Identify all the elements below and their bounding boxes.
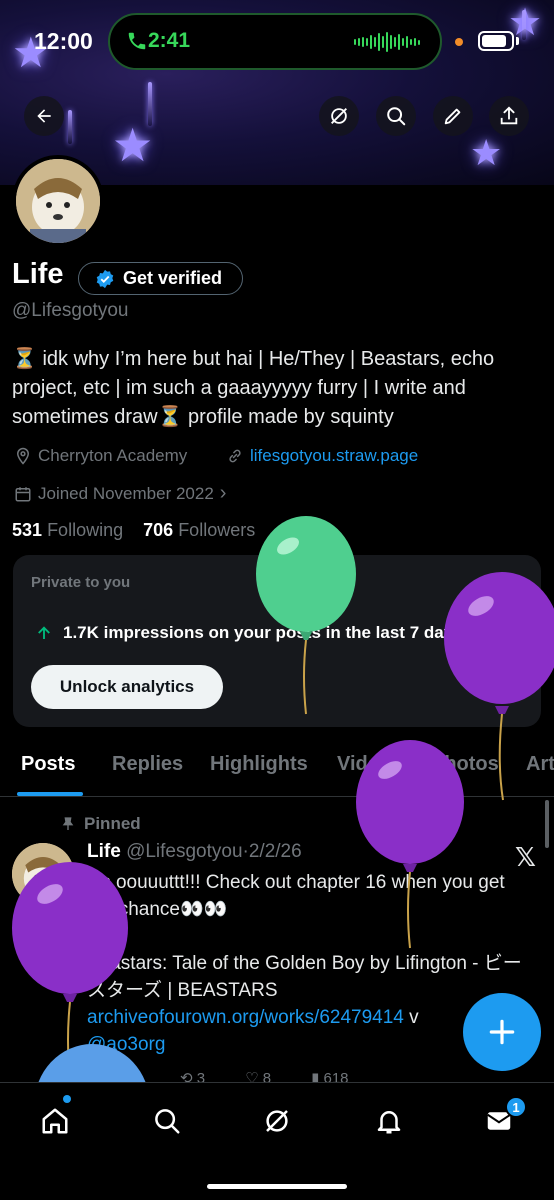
location-row: Cherryton Academy [14,446,187,466]
status-time: 12:00 [34,28,93,54]
followers-label: Followers [178,520,256,540]
arrow-left-icon [37,109,51,123]
profile-bio: ⏳ idk why I’m here but hai | He/They | B… [12,348,495,428]
tab-posts[interactable]: Posts [21,753,75,776]
website-row[interactable]: lifesgotyou.straw.page [226,446,418,466]
star-streak [148,82,152,126]
calendar-icon [15,486,31,501]
pencil-icon [444,108,461,125]
chevron-right-icon: › [219,482,227,504]
get-verified-button[interactable]: Get verified [78,262,243,295]
scrollbar[interactable] [545,800,549,848]
impressions-row: 1.7K impressions on your posts in the la… [35,623,463,643]
post-date: 2/2/26 [248,841,302,862]
tab-replies[interactable]: Replies [112,753,183,776]
post-author-name[interactable]: Life [87,841,121,862]
star-decoration-icon: ★ [112,119,154,171]
unlock-analytics-button[interactable]: Unlock analytics [31,665,223,709]
post-text-line2: Beastars: Tale of the Golden Boy by Lifi… [87,953,522,1001]
following-count: 531 [12,520,43,540]
joined-text: Joined November 2022 [38,483,214,503]
follow-stats: 531 Following 706 Followers [12,520,255,541]
location-text: Cherryton Academy [38,446,188,465]
battery-icon [478,31,514,51]
star-decoration-icon: ★ [470,132,503,173]
privacy-indicator [455,38,463,46]
share-icon [500,106,518,125]
search-icon [387,107,406,126]
star-streak [68,110,72,144]
nav-home[interactable] [37,1103,73,1139]
grok-icon [266,1110,288,1132]
search-button[interactable] [376,96,416,136]
bell-icon [377,1111,401,1134]
purple-balloon [356,740,464,949]
search-icon [155,1109,180,1134]
dynamic-island-call[interactable]: 2:41 [108,13,442,70]
location-pin-icon [16,447,30,465]
following-label: Following [47,520,124,540]
plus-icon [489,1019,515,1045]
website-link[interactable]: lifesgotyou.straw.page [250,446,418,466]
share-button[interactable] [489,96,529,136]
active-tab-indicator [17,792,83,796]
link-icon [229,449,241,463]
nav-notifications[interactable] [371,1103,407,1139]
profile-name: Life [12,258,64,290]
grok-button[interactable] [319,96,359,136]
call-duration: 2:41 [148,29,191,52]
post-link-suffix: v [409,1007,419,1028]
profile-handle: @Lifesgotyou [12,300,129,321]
following-link[interactable]: 531 Following [12,520,123,540]
audio-waveform-icon [354,32,420,52]
arrow-up-icon [38,626,50,639]
post-link[interactable]: archiveofourown.org/works/62479414 [87,1007,404,1028]
post-mention[interactable]: @ao3org [87,1031,527,1058]
blue-balloon [37,1044,147,1084]
followers-count: 706 [143,520,174,540]
pin-icon [62,817,74,830]
avatar-image [16,159,100,243]
verified-badge-icon [96,269,114,288]
phone-icon [128,32,146,50]
tab-highlights[interactable]: Highlights [210,753,308,776]
battery-tip [516,37,519,45]
home-icon [42,1108,68,1134]
pinned-text: Pinned [84,814,141,833]
edit-button[interactable] [433,96,473,136]
joined-row[interactable]: Joined November 2022 › [14,482,226,505]
home-indicator[interactable] [207,1184,347,1189]
profile-avatar[interactable] [12,155,104,247]
nav-grok[interactable] [259,1103,295,1139]
private-label: Private to you [31,574,131,591]
status-bar: 12:00 2:41 [0,0,554,84]
post-author-handle[interactable]: @Lifesgotyou [126,841,242,862]
messages-badge: 1 [505,1096,527,1118]
compose-post-button[interactable] [463,993,541,1071]
followers-link[interactable]: 706 Followers [143,520,255,540]
green-balloon [256,516,356,715]
get-verified-label: Get verified [123,268,223,288]
grok-icon [331,108,347,124]
home-notification-dot [63,1095,71,1103]
nav-search[interactable] [149,1103,185,1139]
pinned-label-row: Pinned [60,814,141,834]
bottom-navigation: 1 [0,1082,554,1200]
back-button[interactable] [24,96,64,136]
